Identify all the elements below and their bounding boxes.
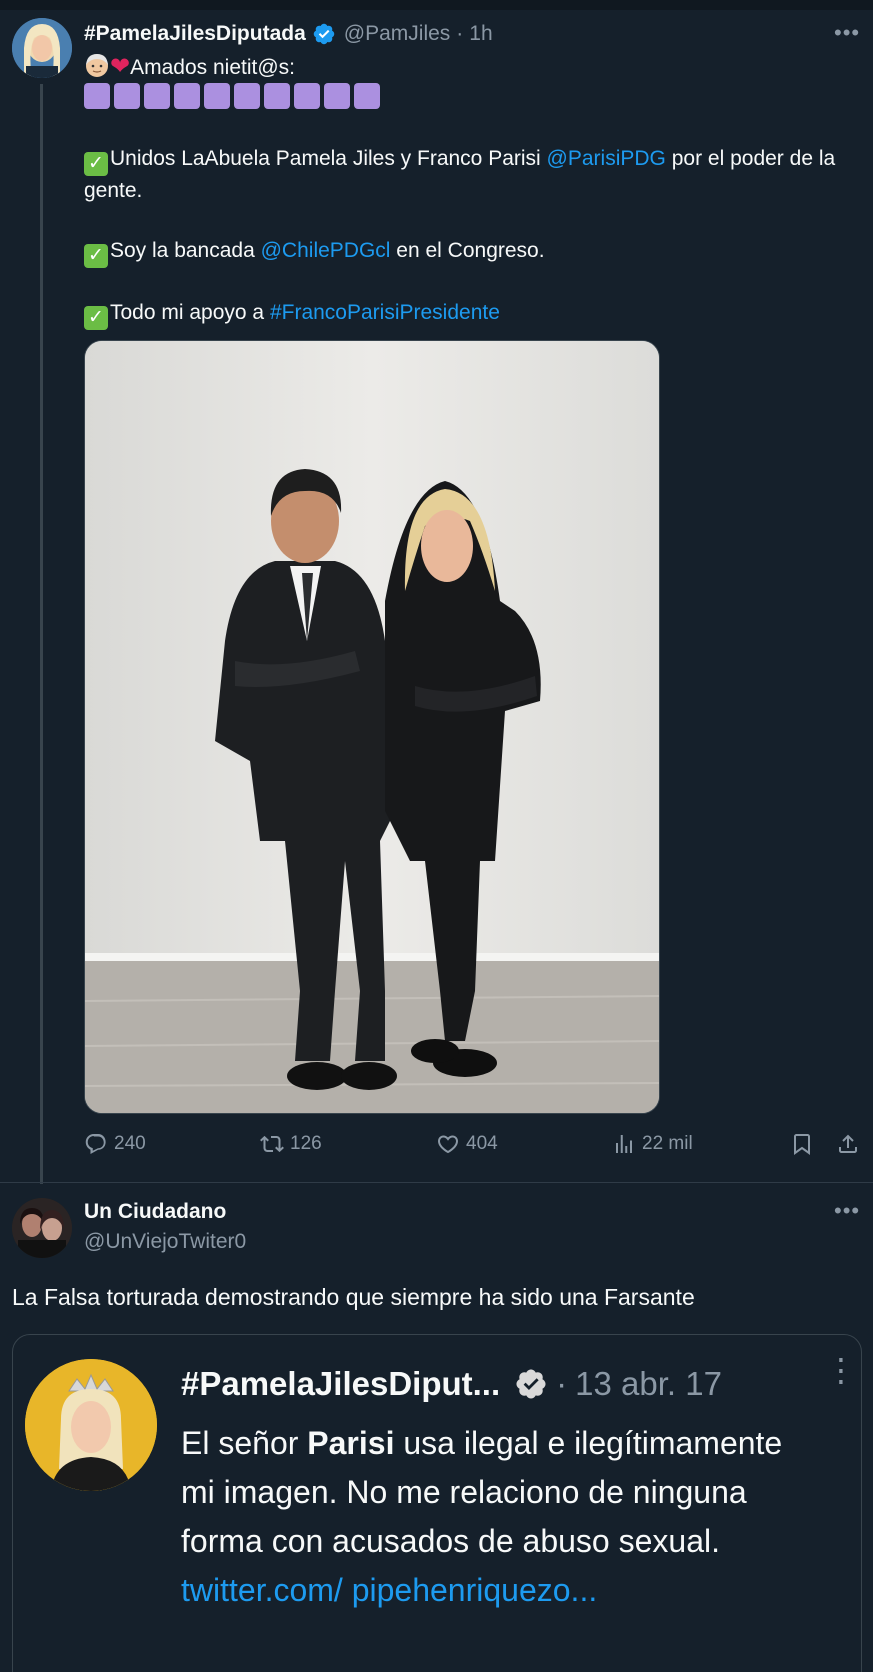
reply-icon: [85, 1134, 106, 1154]
separator-dot: ·: [556, 1365, 568, 1402]
retweet-icon: [260, 1135, 284, 1153]
tweet-header: #PamelaJilesDiputada @PamJiles · 1h: [84, 20, 493, 48]
more-options-icon-2[interactable]: •••: [834, 1198, 860, 1224]
top-bar-strip: [0, 0, 873, 10]
view-count: 22 mil: [642, 1133, 693, 1154]
tweet-text: ❤Amados nietit@s: ✓ Unidos LaAbuela Pamel…: [84, 52, 864, 330]
like-count: 404: [466, 1133, 498, 1154]
author-handle-2[interactable]: @UnViejoTwiter0: [84, 1230, 246, 1254]
separator-dot: ·: [456, 22, 464, 45]
share-button[interactable]: [836, 1132, 866, 1156]
reply-count: 240: [114, 1133, 146, 1154]
retweet-count: 126: [290, 1133, 322, 1154]
line1-text: Unidos LaAbuela Pamela Jiles y Franco Pa…: [110, 147, 547, 170]
mention-chilepdgcl[interactable]: @ChilePDGcl: [261, 239, 391, 262]
bookmark-icon: [794, 1134, 810, 1155]
author-avatar[interactable]: [12, 18, 72, 78]
photo-two-people-in-black: [85, 341, 659, 1113]
purple-squares-emoji-row: [84, 83, 380, 109]
heart-icon: [437, 1135, 459, 1154]
reply-button[interactable]: 240: [84, 1132, 146, 1156]
share-icon: [839, 1134, 857, 1153]
retweet-button[interactable]: 126: [260, 1132, 322, 1156]
check-mark-emoji-icon: ✓: [84, 152, 108, 176]
views-button[interactable]: 22 mil: [612, 1132, 693, 1156]
tweet-text-2: La Falsa torturada demostrando que siemp…: [12, 1284, 695, 1310]
tweet-actions-bar: 240 126 404 22 mil: [84, 1132, 868, 1162]
quoted-author-avatar: [25, 1359, 157, 1491]
tweet-divider: [0, 1182, 873, 1183]
quoted-text-link: twitter.com/ pipehenriquezo...: [181, 1572, 598, 1608]
paragraph-unidos: ✓ Unidos LaAbuela Pamela Jiles y Franco P…: [84, 144, 864, 206]
more-options-icon[interactable]: •••: [834, 20, 860, 46]
quoted-tweet-text: El señor Parisi usa ilegal e ilegítimame…: [181, 1419, 821, 1615]
thread-connector-line: [40, 84, 43, 1184]
tweet-photo[interactable]: [84, 340, 660, 1114]
line2-text: Soy la bancada: [110, 239, 261, 262]
author-handle[interactable]: @PamJiles: [344, 22, 451, 46]
author-avatar-2[interactable]: [12, 1198, 72, 1258]
intro-text: Amados nietit@s:: [130, 56, 295, 79]
paragraph-apoyo: ✓ Todo mi apoyo a #FrancoParisiPresidente: [84, 298, 864, 330]
check-mark-emoji-icon: ✓: [84, 244, 108, 268]
bar-chart-icon: [616, 1135, 632, 1153]
quoted-tweet-header: #PamelaJilesDiput... · 13 abr. 17: [181, 1365, 722, 1403]
quoted-text-bold: Parisi: [307, 1425, 395, 1461]
quoted-text-start: El señor: [181, 1425, 308, 1461]
older-woman-emoji-icon: [86, 54, 108, 77]
verified-badge-icon: [516, 1369, 546, 1399]
quoted-timestamp: 13 abr. 17: [575, 1365, 722, 1402]
hashtag-francoparisipresidente[interactable]: #FrancoParisiPresidente: [270, 301, 500, 324]
check-mark-emoji-icon: ✓: [84, 306, 108, 330]
quoted-author-name: #PamelaJilesDiput...: [181, 1365, 501, 1402]
bookmark-button[interactable]: [790, 1132, 820, 1156]
line2-text-end: en el Congreso.: [390, 239, 545, 262]
author-name[interactable]: #PamelaJilesDiputada: [84, 22, 306, 46]
quoted-tweet-image[interactable]: #PamelaJilesDiput... · 13 abr. 17 ⋮ El s…: [12, 1334, 862, 1672]
line3-text: Todo mi apoyo a: [110, 301, 270, 324]
red-heart-emoji-icon: ❤: [110, 53, 131, 80]
verified-badge-icon: [313, 23, 335, 45]
vertical-more-icon: ⋮: [825, 1352, 857, 1388]
paragraph-bancada: ✓ Soy la bancada @ChilePDGcl en el Congre…: [84, 236, 864, 268]
like-button[interactable]: 404: [436, 1132, 498, 1156]
mention-parisipdg[interactable]: @ParisiPDG: [547, 147, 666, 170]
author-name-2[interactable]: Un Ciudadano: [84, 1200, 226, 1224]
tweet-timestamp[interactable]: 1h: [469, 22, 492, 46]
